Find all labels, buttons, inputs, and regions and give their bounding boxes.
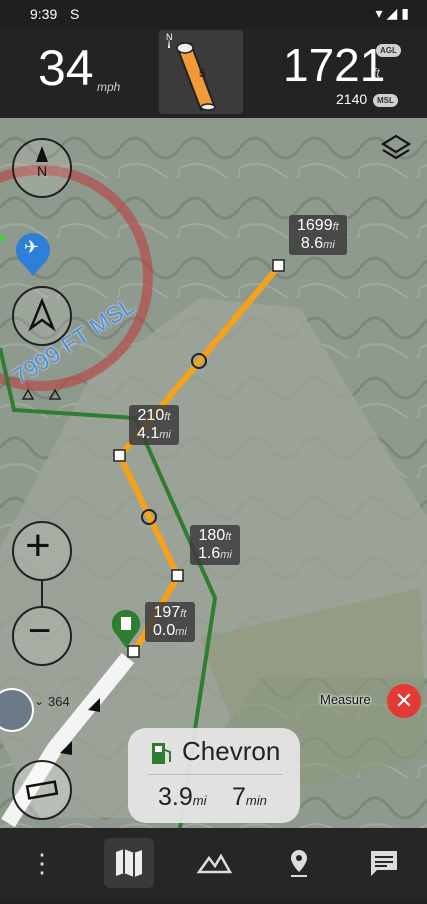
chevron-down-icon: ⌄ bbox=[34, 694, 45, 708]
waypoint-label: 1699ft 8.6mi bbox=[289, 215, 347, 255]
altitude-msl-value: 2140 bbox=[336, 91, 368, 107]
destination-distance-value: 3.9 bbox=[158, 783, 193, 811]
destination-distance-unit: mi bbox=[192, 793, 207, 808]
status-bar: 9:39 S ▾◢▮ bbox=[0, 0, 427, 28]
waypoint-distance-unit: mi bbox=[323, 239, 335, 251]
altitude-agl-value: 1721 bbox=[283, 39, 386, 91]
fuel-pump-icon bbox=[152, 743, 171, 764]
traffic-altitude-label: 364 bbox=[48, 694, 70, 709]
destination-time-value: 7 bbox=[232, 783, 246, 811]
terrain-icon bbox=[196, 853, 233, 874]
svg-text:✈: ✈ bbox=[24, 237, 39, 258]
waypoint-altitude-unit: ft bbox=[225, 531, 232, 543]
waypoint-label: 197ft 0.0mi bbox=[145, 602, 195, 642]
waypoint-altitude-unit: ft bbox=[164, 411, 171, 423]
waypoint-distance-unit: mi bbox=[159, 429, 171, 441]
map-view[interactable]: ✈ 7999 FT MSL N + − ⌄ 364 1699ft 8.6mi 2… bbox=[0, 118, 427, 828]
layers-icon bbox=[380, 134, 412, 160]
agl-badge: AGL bbox=[376, 44, 401, 57]
destination-time: 7min bbox=[232, 783, 267, 812]
card-divider bbox=[148, 774, 283, 775]
waypoint-label: 180ft 1.6mi bbox=[190, 525, 240, 565]
ground-speed-value: 34 bbox=[38, 40, 94, 96]
waypoint-altitude: 197 bbox=[153, 604, 181, 621]
ground-speed-unit: mph bbox=[97, 80, 121, 94]
chat-icon bbox=[371, 851, 397, 876]
zoom-out-button[interactable]: − bbox=[12, 606, 72, 666]
navigation-arrow-icon bbox=[28, 297, 56, 332]
destination-time-unit: min bbox=[245, 793, 267, 808]
destination-card[interactable]: Chevron 3.9mi 7min bbox=[128, 728, 300, 823]
bottom-navigation: ⋮ bbox=[0, 828, 427, 900]
waypoint-altitude: 180 bbox=[198, 527, 226, 544]
route-waypoint[interactable] bbox=[171, 569, 184, 582]
route-waypoint[interactable] bbox=[127, 645, 140, 658]
ruler-icon bbox=[25, 780, 59, 800]
compass-north-label: N bbox=[37, 163, 48, 179]
terrain-tab[interactable] bbox=[189, 838, 239, 888]
destination-name: Chevron bbox=[182, 736, 281, 766]
waypoint-altitude: 1699 bbox=[297, 217, 333, 234]
waypoint-distance-unit: mi bbox=[175, 626, 187, 638]
measure-tool-button[interactable] bbox=[12, 760, 72, 820]
waypoint-distance: 4.1 bbox=[137, 425, 160, 442]
waypoint-distance: 1.6 bbox=[198, 545, 221, 562]
close-measure-button[interactable]: ✕ bbox=[387, 684, 421, 718]
zoom-in-button[interactable]: + bbox=[12, 521, 72, 581]
status-time: 9:39 bbox=[30, 6, 58, 22]
map-canvas[interactable]: ✈ bbox=[0, 118, 427, 828]
compass-button[interactable]: N bbox=[12, 138, 72, 198]
altitude-agl-unit: ft bbox=[373, 66, 380, 80]
zoom-divider bbox=[41, 581, 43, 606]
close-icon: ✕ bbox=[394, 688, 414, 713]
wind-speed-number: 5 bbox=[199, 66, 206, 80]
measure-label: Measure bbox=[320, 692, 371, 707]
route-waypoint[interactable] bbox=[113, 449, 126, 462]
status-app-icon: S bbox=[70, 6, 80, 22]
plus-icon: + bbox=[25, 521, 51, 570]
destination-distance: 3.9mi bbox=[158, 783, 206, 812]
waypoint-altitude: 210 bbox=[137, 407, 165, 424]
waypoint-altitude-unit: ft bbox=[332, 221, 339, 233]
heading-mode-button[interactable] bbox=[12, 286, 72, 346]
places-tab[interactable] bbox=[274, 838, 324, 888]
layers-button[interactable] bbox=[380, 132, 412, 164]
waypoint-distance: 8.6 bbox=[300, 235, 324, 252]
status-system-icons: ▾◢▮ bbox=[375, 5, 413, 21]
route-waypoint[interactable] bbox=[272, 259, 285, 272]
more-menu-button[interactable]: ⋮ bbox=[17, 838, 67, 888]
minus-icon: − bbox=[28, 609, 52, 653]
messages-tab[interactable] bbox=[359, 838, 409, 888]
location-pin-icon bbox=[291, 850, 307, 877]
waypoint-altitude-unit: ft bbox=[180, 608, 187, 620]
msl-badge: MSL bbox=[373, 94, 398, 107]
waypoint-distance: 0.0 bbox=[153, 622, 176, 639]
more-vert-icon: ⋮ bbox=[29, 848, 55, 878]
wind-indicator[interactable]: N 5 bbox=[159, 30, 243, 114]
waypoint-label: 210ft 4.1mi bbox=[129, 405, 179, 445]
map-tab[interactable] bbox=[104, 838, 154, 888]
waypoint-distance-unit: mi bbox=[220, 549, 232, 561]
map-icon bbox=[116, 849, 142, 877]
